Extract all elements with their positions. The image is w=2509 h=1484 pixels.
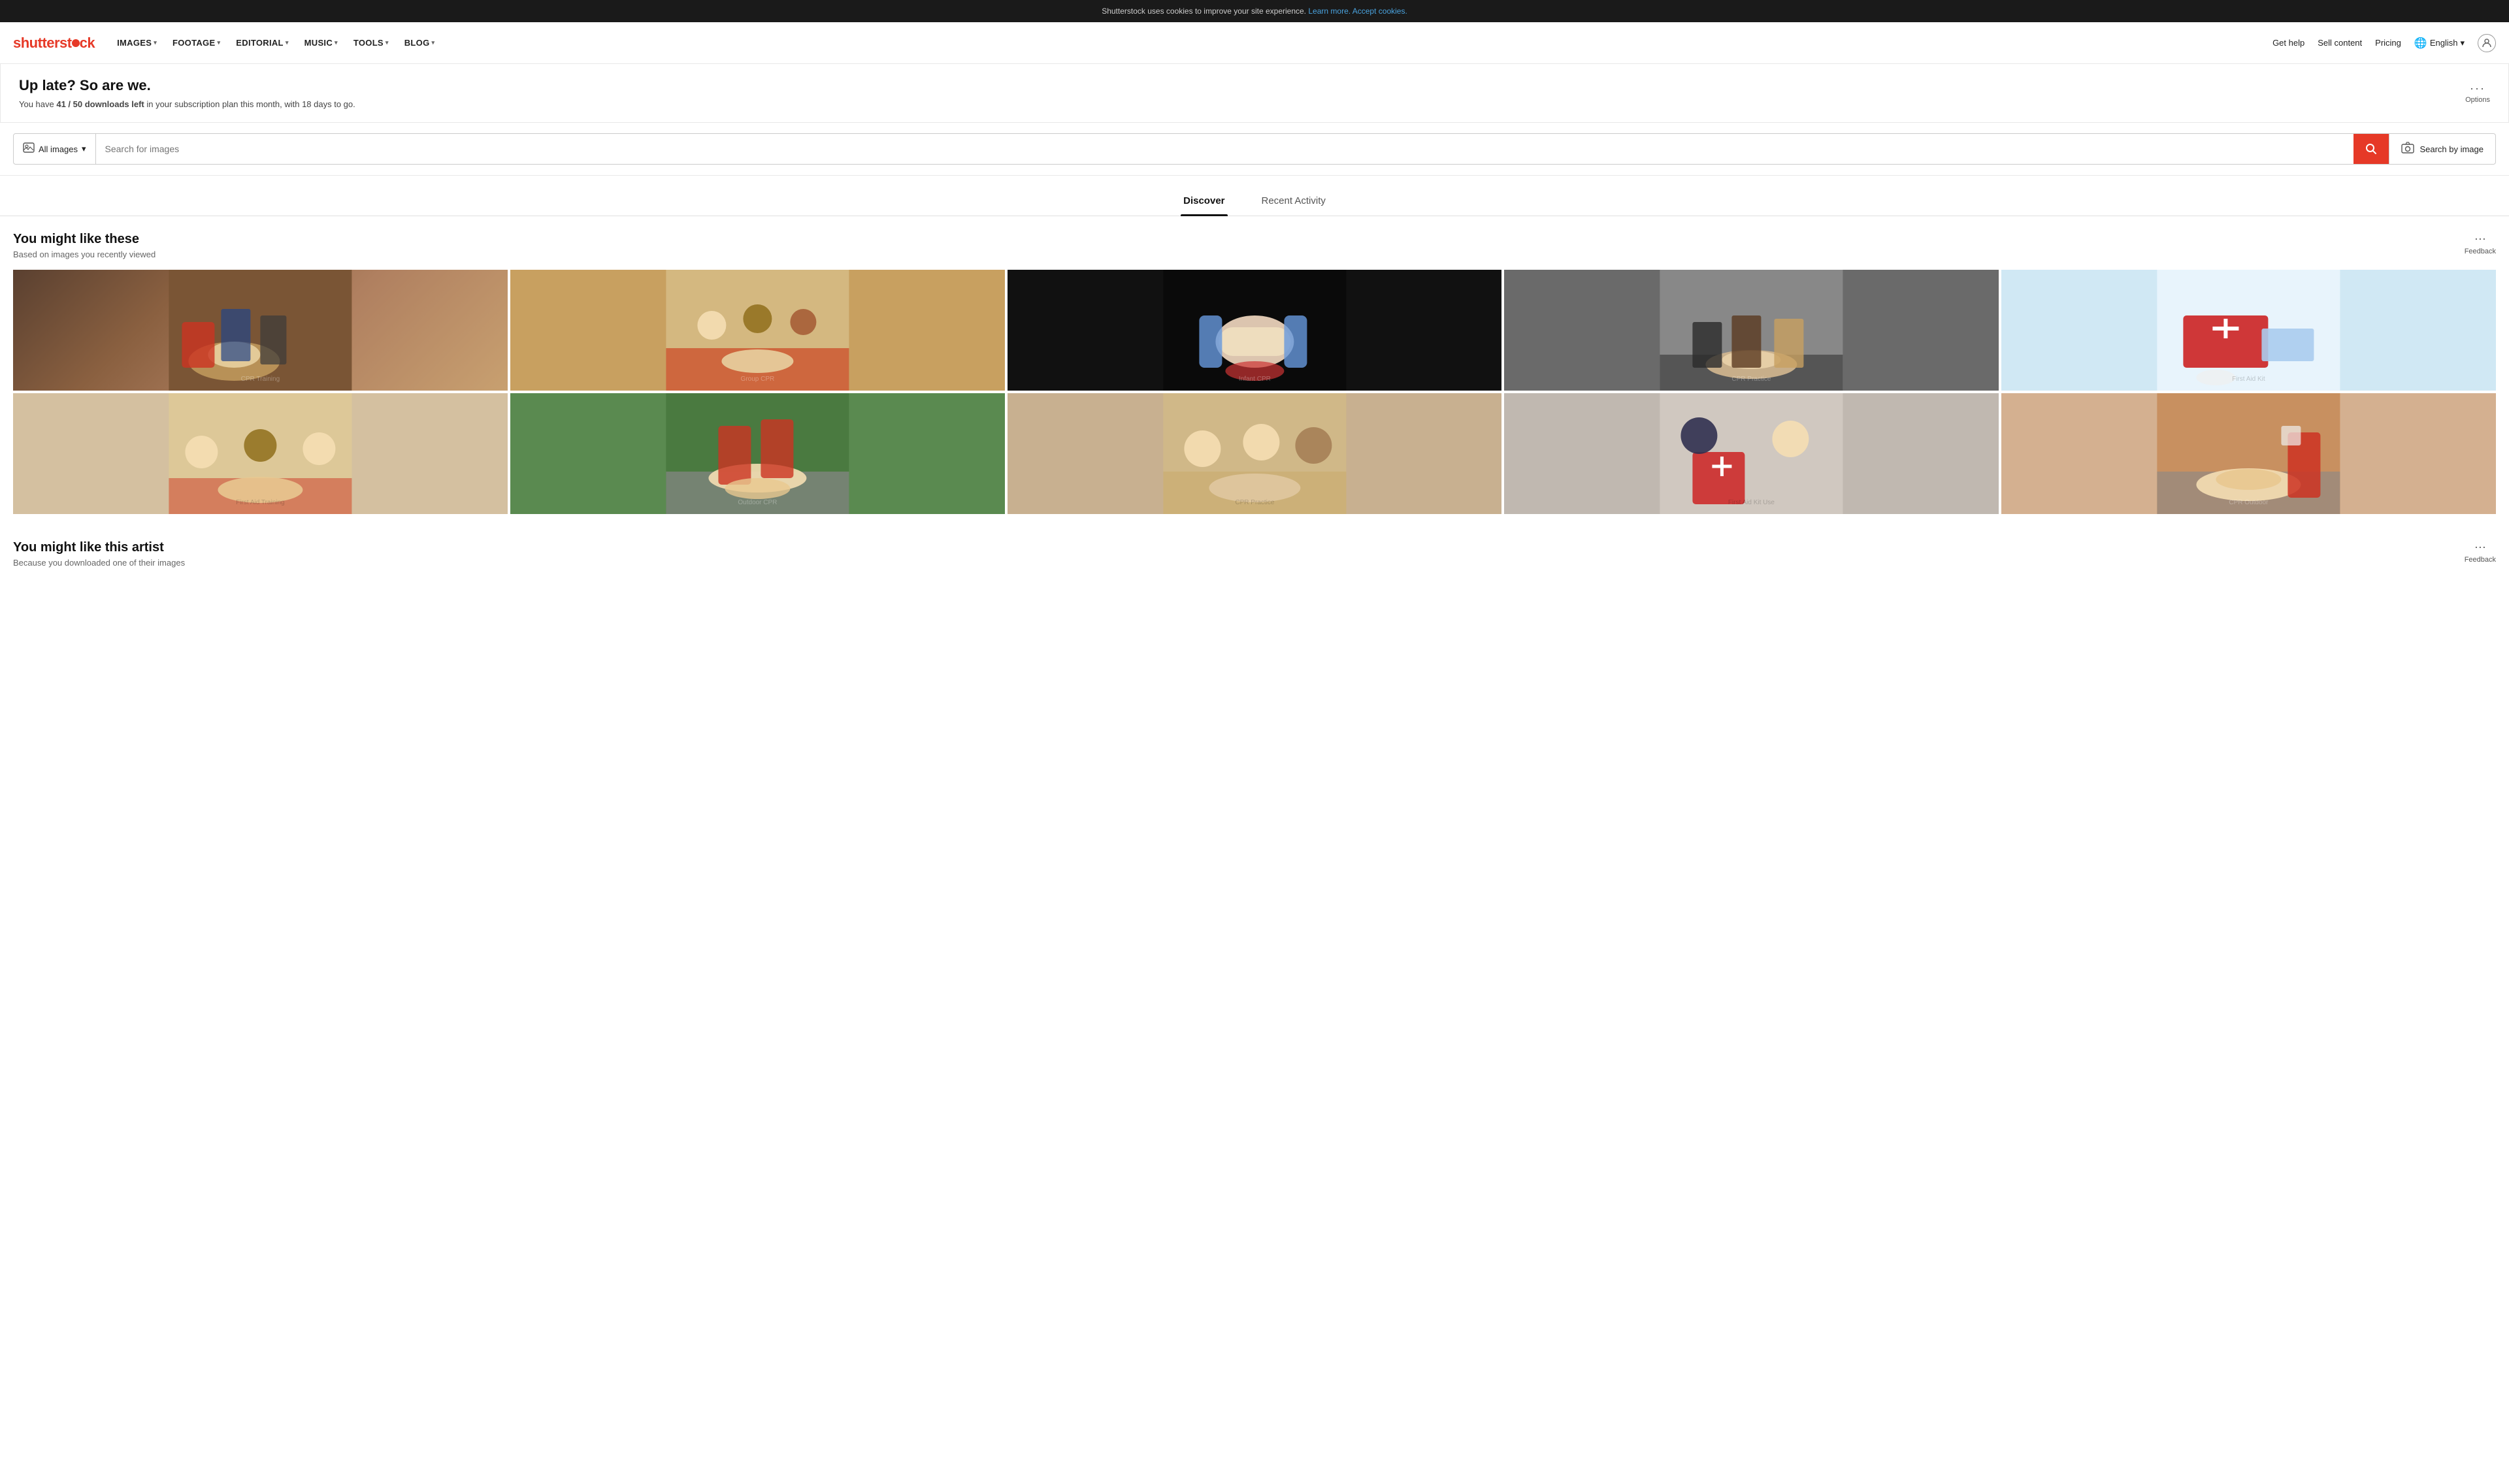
image-thumb-1[interactable]: CPR Training [13, 270, 508, 391]
chevron-down-icon: ▾ [432, 39, 435, 46]
chevron-down-icon: ▾ [385, 39, 389, 46]
main-content: You might like these Based on images you… [0, 216, 2509, 594]
svg-text:CPR Practice: CPR Practice [1235, 499, 1274, 506]
image-grid-row1: CPR Training Group CPR [13, 270, 2496, 391]
feedback-dots-icon: ··· [2474, 232, 2486, 246]
image-icon [23, 142, 35, 157]
nav-footage[interactable]: FOOTAGE ▾ [166, 34, 227, 52]
image-thumb-7[interactable]: Outdoor CPR [510, 393, 1005, 514]
image-grid-row2: First Aid Training Outdoor CPR [13, 393, 2496, 514]
cookie-text: Shutterstock uses cookies to improve you… [1102, 7, 1306, 16]
search-bar: All images ▾ Search by image [13, 133, 2496, 165]
section1-header: You might like these Based on images you… [13, 232, 2496, 259]
language-label: English [2430, 38, 2458, 48]
tab-recent-activity[interactable]: Recent Activity [1259, 189, 1328, 216]
image-thumb-4[interactable]: CPR Practice [1504, 270, 1999, 391]
section2-feedback-button[interactable]: ··· Feedback [2465, 540, 2496, 564]
search-by-image-label: Search by image [2419, 144, 2484, 154]
section1-title: You might like these [13, 232, 156, 247]
section1-text: You might like these Based on images you… [13, 232, 156, 259]
image-thumb-3[interactable]: Infant CPR [1008, 270, 1502, 391]
feedback-label: Feedback [2465, 556, 2496, 564]
tab-discover[interactable]: Discover [1181, 189, 1227, 216]
nav-images[interactable]: IMAGES ▾ [110, 34, 163, 52]
promo-description: You have 41 / 50 downloads left in your … [19, 99, 355, 109]
logo-text: shutterstck [13, 35, 95, 52]
user-account-button[interactable] [2478, 34, 2496, 52]
feedback-dots-icon: ··· [2474, 540, 2486, 554]
camera-icon [2401, 142, 2414, 157]
image-thumb-8[interactable]: CPR Practice [1008, 393, 1502, 514]
options-dots-icon: ··· [2470, 82, 2485, 94]
logo[interactable]: shutterstck [13, 35, 95, 52]
search-category-dropdown[interactable]: All images ▾ [14, 134, 96, 164]
category-label: All images [39, 144, 78, 154]
image-thumb-9[interactable]: First Aid Kit Use [1504, 393, 1999, 514]
svg-text:CPR Outdoor: CPR Outdoor [2229, 499, 2269, 506]
get-help-link[interactable]: Get help [2272, 38, 2304, 48]
chevron-down-icon: ▾ [2460, 38, 2465, 48]
section2-header: You might like this artist Because you d… [13, 535, 2496, 568]
section1-subtitle: Based on images you recently viewed [13, 250, 156, 259]
promo-banner: Up late? So are we. You have 41 / 50 dow… [0, 64, 2509, 123]
image-thumb-6[interactable]: First Aid Training [13, 393, 508, 514]
search-button[interactable] [2353, 134, 2389, 164]
globe-icon: 🌐 [2414, 37, 2427, 50]
svg-text:First Aid Kit: First Aid Kit [2232, 376, 2265, 383]
pricing-link[interactable]: Pricing [2375, 38, 2401, 48]
svg-text:Outdoor CPR: Outdoor CPR [738, 499, 777, 506]
accept-cookies-link[interactable]: Accept cookies. [1353, 7, 1407, 16]
image-thumb-5[interactable]: First Aid Kit [2001, 270, 2496, 391]
svg-text:Infant CPR: Infant CPR [1239, 376, 1271, 383]
language-selector[interactable]: 🌐 English ▾ [2414, 37, 2465, 50]
svg-text:First Aid Kit Use: First Aid Kit Use [1728, 499, 1775, 506]
promo-text-block: Up late? So are we. You have 41 / 50 dow… [19, 77, 355, 109]
nav-blog[interactable]: BLOG ▾ [398, 34, 442, 52]
image-thumb-2[interactable]: Group CPR [510, 270, 1005, 391]
section1-feedback-button[interactable]: ··· Feedback [2465, 232, 2496, 255]
svg-text:First Aid Training: First Aid Training [236, 499, 284, 506]
chevron-down-icon: ▾ [217, 39, 220, 46]
header: shutterstck IMAGES ▾ FOOTAGE ▾ EDITORIAL… [0, 22, 2509, 64]
options-button[interactable]: ··· Options [2465, 82, 2490, 104]
section2-text: You might like this artist Because you d… [13, 540, 185, 568]
section2-subtitle: Because you downloaded one of their imag… [13, 558, 185, 568]
image-thumb-10[interactable]: CPR Outdoor [2001, 393, 2496, 514]
search-section: All images ▾ Search by image [0, 123, 2509, 176]
svg-text:CPR Practice: CPR Practice [1732, 376, 1771, 383]
section2-title: You might like this artist [13, 540, 185, 555]
nav-tools[interactable]: TOOLS ▾ [347, 34, 395, 52]
chevron-down-icon: ▾ [286, 39, 289, 46]
content-tabs: Discover Recent Activity [0, 176, 2509, 216]
promo-title: Up late? So are we. [19, 77, 355, 94]
main-nav: IMAGES ▾ FOOTAGE ▾ EDITORIAL ▾ MUSIC ▾ T… [110, 34, 2272, 52]
chevron-down-icon: ▾ [154, 39, 157, 46]
learn-more-link[interactable]: Learn more. [1308, 7, 1351, 16]
options-label: Options [2465, 96, 2490, 104]
nav-editorial[interactable]: EDITORIAL ▾ [229, 34, 295, 52]
nav-music[interactable]: MUSIC ▾ [298, 34, 344, 52]
chevron-down-icon: ▾ [335, 39, 338, 46]
header-right: Get help Sell content Pricing 🌐 English … [2272, 34, 2496, 52]
chevron-down-icon: ▾ [82, 144, 86, 154]
cookie-banner: Shutterstock uses cookies to improve you… [0, 0, 2509, 22]
sell-content-link[interactable]: Sell content [2318, 38, 2362, 48]
feedback-label: Feedback [2465, 248, 2496, 255]
search-input[interactable] [96, 144, 2354, 154]
svg-text:CPR Training: CPR Training [241, 376, 280, 383]
svg-text:Group CPR: Group CPR [740, 376, 774, 383]
search-by-image-button[interactable]: Search by image [2389, 134, 2495, 164]
